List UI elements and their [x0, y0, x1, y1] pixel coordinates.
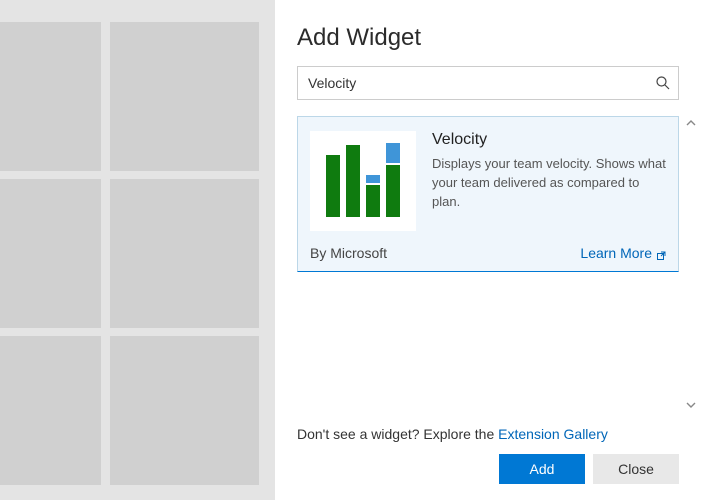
- panel-footer: Don't see a widget? Explore the Extensio…: [275, 412, 701, 500]
- dashboard-background: [0, 0, 275, 500]
- learn-more-label: Learn More: [580, 245, 652, 261]
- search-container: [297, 66, 679, 100]
- scroll-up-button[interactable]: [684, 116, 698, 130]
- results-list: Velocity Displays your team velocity. Sh…: [275, 116, 701, 412]
- dashboard-tile: [110, 179, 259, 328]
- footer-prompt-text: Don't see a widget? Explore the: [297, 426, 498, 442]
- result-title: Velocity: [432, 131, 666, 149]
- result-body: Velocity Displays your team velocity. Sh…: [432, 131, 666, 231]
- close-button[interactable]: Close: [593, 454, 679, 484]
- dashboard-tile: [110, 336, 259, 485]
- dashboard-tile: [110, 22, 259, 171]
- widget-result-velocity[interactable]: Velocity Displays your team velocity. Sh…: [297, 116, 679, 272]
- velocity-chart-icon: [310, 131, 416, 231]
- add-button[interactable]: Add: [499, 454, 585, 484]
- panel-title: Add Widget: [297, 24, 679, 52]
- result-author: By Microsoft: [310, 245, 387, 261]
- add-widget-panel: Add Widget Velocity Displays your te: [275, 0, 701, 500]
- dashboard-tile: [0, 22, 101, 171]
- panel-header: Add Widget: [275, 0, 701, 66]
- scroll-down-button[interactable]: [684, 398, 698, 412]
- result-description: Displays your team velocity. Shows what …: [432, 155, 666, 212]
- external-link-icon: [656, 248, 666, 258]
- search-input[interactable]: [297, 66, 679, 100]
- dashboard-tile: [0, 336, 101, 485]
- learn-more-link[interactable]: Learn More: [580, 245, 666, 261]
- dashboard-tile: [0, 179, 101, 328]
- extension-gallery-link[interactable]: Extension Gallery: [498, 426, 608, 442]
- footer-prompt: Don't see a widget? Explore the Extensio…: [297, 426, 679, 442]
